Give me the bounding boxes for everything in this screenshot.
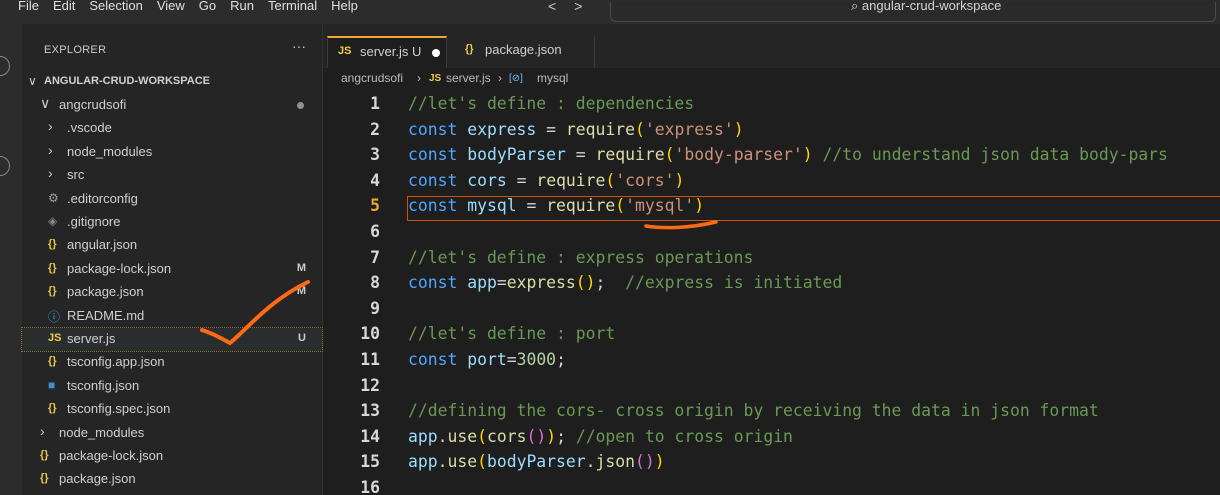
annotations-overlay	[200, 220, 718, 346]
underline-annotation	[644, 220, 718, 230]
checkmark-annotation	[200, 280, 310, 346]
